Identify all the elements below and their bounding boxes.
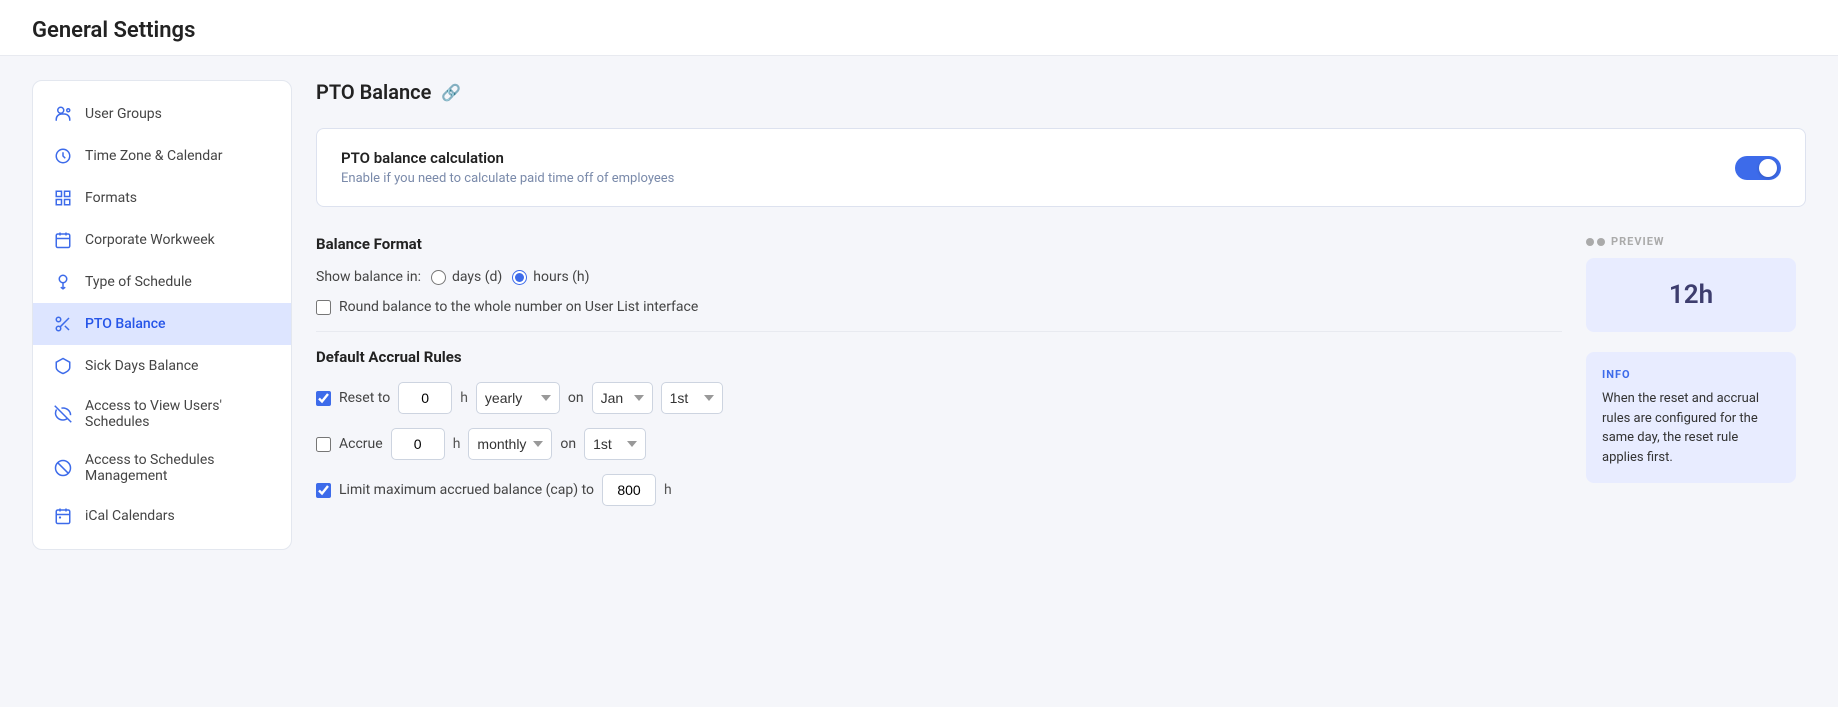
cap-row: Limit maximum accrued balance (cap) to h [316, 474, 1562, 506]
reset-label: Reset to [339, 390, 390, 406]
sidebar-item-label-formats: Formats [85, 190, 137, 206]
calendar-icon [53, 230, 73, 250]
show-balance-row: Show balance in: days (d) hours (h) [316, 269, 1562, 285]
accrue-row: Accrue h monthly yearly weekly daily on … [316, 428, 1562, 460]
scissors-icon [53, 314, 73, 334]
round-balance-label: Round balance to the whole number on Use… [339, 299, 698, 315]
preview-value: 12h [1586, 258, 1796, 332]
clock-icon [53, 146, 73, 166]
preview-box: PREVIEW 12h [1586, 235, 1806, 332]
sidebar-item-access-schedules-mgmt[interactable]: Access to Schedules Management [33, 441, 291, 495]
sidebar-item-type-of-schedule[interactable]: Type of Schedule [33, 261, 291, 303]
radio-days-input[interactable] [431, 270, 446, 285]
reset-value-input[interactable] [398, 382, 452, 414]
sidebar-item-access-view-schedules[interactable]: Access to View Users' Schedules [33, 387, 291, 441]
radio-hours-input[interactable] [512, 270, 527, 285]
accrue-unit: h [453, 436, 461, 452]
accrue-value-input[interactable] [391, 428, 445, 460]
content-area: User Groups Time Zone & Calendar Formats Co… [0, 56, 1838, 707]
radio-days[interactable]: days (d) [431, 269, 502, 285]
show-balance-label: Show balance in: [316, 269, 421, 285]
title-bar: General Settings [0, 0, 1838, 56]
reset-on-label: on [568, 390, 584, 406]
sidebar-item-pto-balance[interactable]: PTO Balance [33, 303, 291, 345]
block-icon [53, 458, 73, 478]
info-text: When the reset and accrual rules are con… [1602, 389, 1780, 467]
sidebar-item-corporate-workweek[interactable]: Corporate Workweek [33, 219, 291, 261]
two-col: Balance Format Show balance in: days (d)… [316, 235, 1806, 506]
sidebar-item-label-timezone-calendar: Time Zone & Calendar [85, 148, 223, 164]
accrue-checkbox[interactable] [316, 437, 331, 452]
main-panel: PTO Balance 🔗 PTO balance calculation En… [316, 80, 1806, 683]
link-icon[interactable]: 🔗 [441, 83, 461, 102]
sidebar-item-user-groups[interactable]: User Groups [33, 93, 291, 135]
sidebar-item-timezone-calendar[interactable]: Time Zone & Calendar [33, 135, 291, 177]
card-label: PTO balance calculation [341, 149, 674, 167]
reset-checkbox[interactable] [316, 391, 331, 406]
shield-icon [53, 356, 73, 376]
cal-icon [53, 506, 73, 526]
divider [316, 331, 1562, 332]
sidebar-item-label-corporate-workweek: Corporate Workweek [85, 232, 215, 248]
radio-hours[interactable]: hours (h) [512, 269, 589, 285]
round-balance-row: Round balance to the whole number on Use… [316, 299, 1562, 315]
sidebar-item-label-pto-balance: PTO Balance [85, 316, 166, 332]
preview-dots [1586, 238, 1605, 246]
grid-icon [53, 188, 73, 208]
pto-toggle[interactable] [1735, 156, 1781, 180]
page-title: General Settings [32, 18, 1806, 43]
accrue-label: Accrue [339, 436, 383, 452]
preview-dot-1 [1586, 238, 1594, 246]
preview-dot-2 [1597, 238, 1605, 246]
preview-text: PREVIEW [1611, 235, 1665, 248]
side-col: PREVIEW 12h INFO When the reset and accr… [1586, 235, 1806, 506]
info-label: INFO [1602, 368, 1780, 381]
reset-month-select[interactable]: JanFebMarApr MayJunJulAug SepOctNovDec [592, 382, 653, 414]
preview-label: PREVIEW [1586, 235, 1806, 248]
sidebar-item-label-access-view-schedules: Access to View Users' Schedules [85, 398, 271, 430]
sidebar-item-label-type-of-schedule: Type of Schedule [85, 274, 192, 290]
sidebar: User Groups Time Zone & Calendar Formats Co… [32, 80, 292, 550]
cap-checkbox[interactable] [316, 483, 331, 498]
pto-calculation-card: PTO balance calculation Enable if you ne… [316, 128, 1806, 207]
round-balance-checkbox[interactable] [316, 300, 331, 315]
radio-hours-label: hours (h) [533, 269, 589, 285]
sidebar-item-ical-calendars[interactable]: iCal Calendars [33, 495, 291, 537]
reset-frequency-select[interactable]: yearly monthly weekly daily [476, 382, 560, 414]
sidebar-item-label-sick-days-balance: Sick Days Balance [85, 358, 198, 374]
cap-value-input[interactable] [602, 474, 656, 506]
section-title: PTO Balance [316, 80, 431, 104]
section-title-row: PTO Balance 🔗 [316, 80, 1806, 104]
accrue-day-select[interactable]: 1st2nd3rd4th 5th10th15th20thLast [584, 428, 646, 460]
sidebar-item-sick-days-balance[interactable]: Sick Days Balance [33, 345, 291, 387]
badge-icon [53, 272, 73, 292]
sidebar-item-label-ical-calendars: iCal Calendars [85, 508, 175, 524]
radio-days-label: days (d) [452, 269, 502, 285]
accrual-rules-label: Default Accrual Rules [316, 348, 1562, 366]
reset-day-select[interactable]: 1st2nd3rd4th 5th10th15th20thLast [661, 382, 723, 414]
accrue-on-label: on [560, 436, 576, 452]
card-info: PTO balance calculation Enable if you ne… [341, 149, 674, 186]
users-icon [53, 104, 73, 124]
info-box: INFO When the reset and accrual rules ar… [1586, 352, 1796, 483]
card-row: PTO balance calculation Enable if you ne… [341, 149, 1781, 186]
balance-format-label: Balance Format [316, 235, 1562, 253]
cap-label: Limit maximum accrued balance (cap) to [339, 482, 594, 498]
page-wrapper: General Settings User Groups Time Zone & … [0, 0, 1838, 707]
main-col: Balance Format Show balance in: days (d)… [316, 235, 1562, 506]
reset-unit: h [460, 390, 468, 406]
cap-unit: h [664, 482, 672, 498]
card-desc: Enable if you need to calculate paid tim… [341, 171, 674, 186]
sidebar-item-formats[interactable]: Formats [33, 177, 291, 219]
eye-off-icon [53, 404, 73, 424]
sidebar-item-label-user-groups: User Groups [85, 106, 162, 122]
sidebar-item-label-access-schedules-mgmt: Access to Schedules Management [85, 452, 271, 484]
reset-row: Reset to h yearly monthly weekly daily o… [316, 382, 1562, 414]
accrue-frequency-select[interactable]: monthly yearly weekly daily [468, 428, 552, 460]
